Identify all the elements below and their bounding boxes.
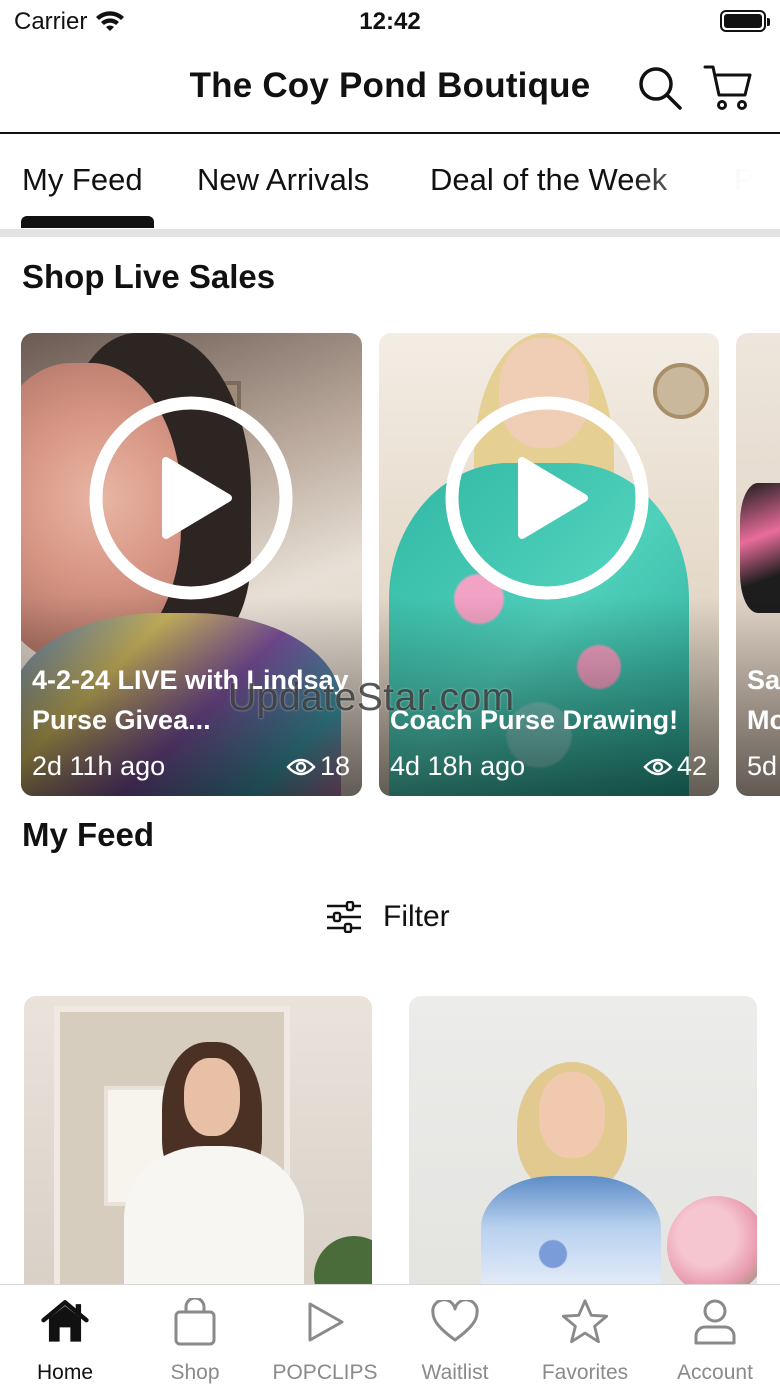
category-tabs: My Feed New Arrivals Deal of the Week P xyxy=(0,136,780,228)
feed-title: My Feed xyxy=(22,816,155,853)
tab-my-feed[interactable]: My Feed xyxy=(22,162,143,198)
product-card[interactable] xyxy=(24,996,372,1296)
live-sale-time: 5d xyxy=(747,751,778,781)
nav-label: Waitlist xyxy=(421,1361,489,1384)
live-sale-card[interactable]: Sa Mo 5d xyxy=(736,333,780,796)
nav-home[interactable]: Home xyxy=(0,1285,130,1387)
live-sale-card[interactable]: 4-2-24 LIVE with Lindsay Purse Givea... … xyxy=(21,333,362,796)
nav-waitlist[interactable]: Waitlist xyxy=(390,1285,520,1387)
host-top xyxy=(740,483,780,613)
bottom-nav: Home Shop POPCLIPS Waitlist Favorites Ac… xyxy=(0,1284,780,1387)
cart-button[interactable] xyxy=(702,62,754,114)
app-header: The Coy Pond Boutique xyxy=(0,44,780,134)
filter-button[interactable]: Filter xyxy=(325,895,450,939)
nav-favorites[interactable]: Favorites xyxy=(520,1285,650,1387)
nav-label: Favorites xyxy=(541,1361,629,1384)
live-sale-time: 2d 11h ago xyxy=(32,751,166,781)
live-sale-caption: Sa Mo xyxy=(747,665,780,735)
status-bar: Carrier 12:42 xyxy=(0,0,780,44)
live-sale-time: 4d 18h ago xyxy=(390,751,526,781)
play-icon[interactable] xyxy=(444,395,650,601)
nav-label: Account xyxy=(677,1361,753,1384)
tab-new-arrivals[interactable]: New Arrivals xyxy=(197,162,369,198)
search-icon xyxy=(639,67,682,110)
user-icon xyxy=(690,1297,740,1347)
watermark: UpdateStar.com xyxy=(228,676,515,719)
model-blouse xyxy=(124,1146,304,1296)
clock: 12:42 xyxy=(359,8,421,35)
model-face xyxy=(184,1058,240,1136)
search-button[interactable] xyxy=(634,62,686,114)
battery-icon xyxy=(720,10,770,32)
view-count: 42 xyxy=(643,751,707,782)
tabs-fade xyxy=(630,136,780,228)
view-count-value: 18 xyxy=(319,751,350,781)
star-icon xyxy=(560,1297,610,1347)
active-tab-indicator xyxy=(21,216,154,228)
filter-label: Filter xyxy=(383,900,450,933)
nav-label: POPCLIPS xyxy=(272,1361,378,1384)
nav-popclips[interactable]: POPCLIPS xyxy=(260,1285,390,1387)
filter-sliders-icon xyxy=(327,901,361,933)
home-icon xyxy=(40,1297,90,1347)
nav-label: Home xyxy=(36,1361,94,1384)
heart-icon xyxy=(430,1297,480,1347)
nav-label: Shop xyxy=(170,1361,220,1384)
play-icon[interactable] xyxy=(88,395,294,601)
model-top xyxy=(481,1176,661,1296)
background-mirror xyxy=(653,363,709,419)
cart-icon xyxy=(703,65,752,110)
eye-icon xyxy=(643,758,673,775)
model-face xyxy=(539,1072,605,1158)
background-flowers xyxy=(667,1196,757,1296)
nav-account[interactable]: Account xyxy=(650,1285,780,1387)
live-sale-card[interactable]: Coach Purse Drawing! 4d 18h ago 42 xyxy=(379,333,719,796)
shopping-bag-icon xyxy=(170,1297,220,1347)
play-icon xyxy=(300,1297,350,1347)
eye-icon xyxy=(286,758,316,775)
view-count-value: 42 xyxy=(676,751,707,781)
live-sales-title: Shop Live Sales xyxy=(22,258,276,295)
product-card[interactable] xyxy=(409,996,757,1296)
nav-shop[interactable]: Shop xyxy=(130,1285,260,1387)
view-count: 18 xyxy=(286,751,350,782)
tabs-divider xyxy=(0,229,780,237)
